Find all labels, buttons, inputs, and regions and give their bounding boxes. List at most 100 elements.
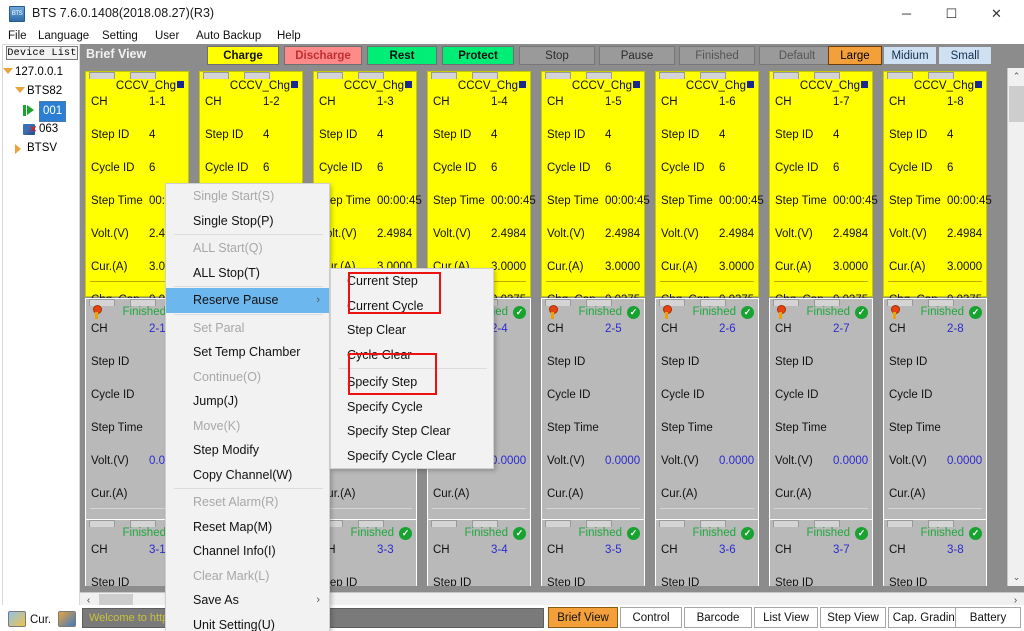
scroll-down-icon[interactable]: ⌄ bbox=[1008, 569, 1024, 586]
bottom-tab-control[interactable]: Control bbox=[620, 607, 682, 628]
channel-card[interactable]: CCCV_Chg CH 1-8 Step ID 4 Cycle ID 6 Step Time 0… bbox=[883, 71, 992, 371]
close-button[interactable]: ✕ bbox=[974, 0, 1019, 28]
vertical-scroll-thumb[interactable] bbox=[1009, 86, 1024, 122]
legend-protect[interactable]: Protect bbox=[442, 46, 514, 65]
field-label: Volt.(V) bbox=[661, 455, 699, 467]
device-list-header: Device List bbox=[6, 46, 78, 60]
field-value: 1-4 bbox=[491, 96, 508, 108]
channel-card[interactable]: CCCV_Chg CH 1-4 Step ID 4 Cycle ID 6 Step Time 0… bbox=[427, 71, 536, 371]
submenu-specify-step-clear[interactable]: Specify Step Clear bbox=[331, 419, 493, 444]
channel-card[interactable]: Finished✓CH3-5Step IDCycle IDStep Time bbox=[541, 519, 645, 586]
channel-card[interactable]: Finished ✓ CH 2-6 Step ID Cycle ID Step Time Vo… bbox=[655, 298, 759, 586]
legend-discharge[interactable]: Discharge bbox=[284, 46, 362, 65]
reserve-pause-submenu[interactable]: Current Step Current Cycle Step Clear Cycle… bbox=[330, 268, 494, 469]
field-label: Cycle ID bbox=[889, 389, 933, 401]
channel-context-menu[interactable]: Single Start(S) Single Stop(P) ALL Start(Q… bbox=[165, 183, 330, 631]
disconnected-icon bbox=[23, 120, 37, 139]
channel-card[interactable]: Finished✓CH3-6Step IDCycle IDStep Time bbox=[655, 519, 759, 586]
current-view-icon[interactable] bbox=[8, 611, 26, 627]
tree-item-063[interactable]: 063 bbox=[3, 120, 81, 139]
menu-unit-setting-u[interactable]: Unit Setting(U) bbox=[166, 613, 329, 631]
bottom-tab-brief-view[interactable]: Brief View bbox=[548, 607, 618, 628]
tree-item-BTS82[interactable]: BTS82 bbox=[3, 82, 81, 101]
menu-step-modify[interactable]: Step Modify bbox=[166, 438, 329, 463]
minimize-button[interactable]: ─ bbox=[884, 0, 929, 28]
submenu-step-clear[interactable]: Step Clear bbox=[331, 318, 493, 343]
legend-default[interactable]: Default bbox=[759, 46, 835, 65]
triangle-right-icon[interactable] bbox=[15, 144, 21, 154]
menu-item-language[interactable]: Language bbox=[38, 28, 89, 44]
menu-item-label: Set Temp Chamber bbox=[193, 345, 301, 359]
status-badge: Finished bbox=[920, 306, 964, 318]
menu-separator bbox=[174, 313, 323, 315]
tree-item-127-0-0-1[interactable]: 127.0.0.1 bbox=[3, 63, 81, 82]
menu-save-as[interactable]: Save As › bbox=[166, 588, 329, 613]
menu-set-temp-chamber[interactable]: Set Temp Chamber bbox=[166, 340, 329, 365]
check-icon: ✓ bbox=[513, 306, 526, 319]
menu-reserve-pause[interactable]: Reserve Pause › bbox=[166, 288, 329, 313]
legend-stop[interactable]: Stop bbox=[519, 46, 595, 65]
submenu-cycle-clear[interactable]: Cycle Clear bbox=[331, 343, 493, 368]
bottom-tab-battery-match[interactable]: Battery Match bbox=[955, 607, 1021, 628]
legend-pause[interactable]: Pause bbox=[599, 46, 675, 65]
menu-reset-map-m[interactable]: Reset Map(M) bbox=[166, 515, 329, 540]
chevron-right-icon: › bbox=[316, 294, 320, 306]
menu-item-auto-backup[interactable]: Auto Backup bbox=[196, 28, 261, 44]
channel-card[interactable]: Finished✓CH3-4Step IDCycle IDStep Time bbox=[427, 519, 531, 586]
submenu-current-cycle[interactable]: Current Cycle bbox=[331, 294, 493, 319]
channel-card[interactable]: Finished ✓ CH 2-5 Step ID Cycle ID Step Time Vo… bbox=[541, 298, 645, 586]
vertical-scrollbar[interactable]: ⌃ ⌄ bbox=[1007, 68, 1024, 586]
bottom-tab-barcode[interactable]: Barcode bbox=[684, 607, 752, 628]
chart-icon[interactable] bbox=[58, 611, 76, 627]
menu-item-user[interactable]: User bbox=[155, 28, 179, 44]
status-badge: Finished bbox=[350, 527, 394, 539]
submenu-specify-cycle-clear[interactable]: Specify Cycle Clear bbox=[331, 444, 493, 469]
submenu-specify-step[interactable]: Specify Step bbox=[331, 370, 493, 395]
legend-charge[interactable]: Charge bbox=[207, 46, 279, 65]
menu-all-stop-t[interactable]: ALL Stop(T) bbox=[166, 261, 329, 286]
tree-item-001[interactable]: 001 bbox=[3, 101, 81, 122]
maximize-button[interactable]: ☐ bbox=[929, 0, 974, 28]
field-label: Cycle ID bbox=[205, 162, 249, 174]
menu-single-stop-p[interactable]: Single Stop(P) bbox=[166, 209, 329, 234]
channel-card[interactable]: CCCV_Chg CH 1-6 Step ID 4 Cycle ID 6 Step Time 0… bbox=[655, 71, 764, 371]
channel-card[interactable]: Finished ✓ CH 2-8 Step ID Cycle ID Step Time Vo… bbox=[883, 298, 987, 586]
menu-copy-channel-w[interactable]: Copy Channel(W) bbox=[166, 463, 329, 488]
triangle-down-icon[interactable] bbox=[15, 87, 25, 93]
menu-item-label: Continue(O) bbox=[193, 369, 262, 384]
menu-item-file[interactable]: File bbox=[8, 28, 27, 44]
bottom-tab-step-view[interactable]: Step View bbox=[820, 607, 886, 628]
submenu-specify-cycle[interactable]: Specify Cycle bbox=[331, 395, 493, 420]
channel-card[interactable]: Finished ✓ CH 2-7 Step ID Cycle ID Step Time Vo… bbox=[769, 298, 873, 586]
size-button-large[interactable]: Large bbox=[828, 46, 882, 65]
field-label: Volt.(V) bbox=[661, 228, 699, 240]
bottom-tab-list-view[interactable]: List View bbox=[754, 607, 818, 628]
card-step-name: CCCV_Chg bbox=[914, 80, 982, 92]
card-step-name: CCCV_Chg bbox=[230, 80, 298, 92]
menu-item-label: ALL Start(Q) bbox=[193, 241, 263, 255]
submenu-current-step[interactable]: Current Step bbox=[331, 269, 493, 294]
menu-channel-info-i[interactable]: Channel Info(I) bbox=[166, 539, 329, 564]
legend-finished[interactable]: Finished bbox=[679, 46, 755, 65]
triangle-down-icon[interactable] bbox=[3, 68, 13, 74]
size-button-small[interactable]: Small bbox=[938, 46, 992, 65]
field-label: Volt.(V) bbox=[547, 228, 585, 240]
field-label: Step ID bbox=[661, 129, 700, 141]
size-button-midium[interactable]: Midium bbox=[883, 46, 937, 65]
card-fields: CH3-4Step IDCycle IDStep Time bbox=[433, 544, 526, 586]
legend-rest[interactable]: Rest bbox=[367, 46, 437, 65]
channel-card[interactable]: Finished✓CH3-8Step IDCycle IDStep Time bbox=[883, 519, 987, 586]
menu-item-label: Reset Alarm(R) bbox=[193, 495, 279, 509]
tree-item-BTSV[interactable]: BTSV bbox=[3, 139, 81, 158]
menu-jump-j[interactable]: Jump(J) bbox=[166, 389, 329, 414]
step-marker-icon bbox=[177, 81, 184, 88]
field-value: 00:00:45 bbox=[491, 195, 536, 207]
scroll-up-icon[interactable]: ⌃ bbox=[1008, 68, 1024, 85]
channel-card[interactable]: CCCV_Chg CH 1-5 Step ID 4 Cycle ID 6 Step Time 0… bbox=[541, 71, 650, 371]
menu-item-help[interactable]: Help bbox=[277, 28, 301, 44]
card-divider bbox=[774, 508, 868, 509]
channel-card[interactable]: CCCV_Chg CH 1-7 Step ID 4 Cycle ID 6 Step Time 0… bbox=[769, 71, 878, 371]
channel-card[interactable]: Finished✓CH3-7Step IDCycle IDStep Time bbox=[769, 519, 873, 586]
menu-item-setting[interactable]: Setting bbox=[102, 28, 138, 44]
field-value: 4 bbox=[149, 129, 156, 141]
